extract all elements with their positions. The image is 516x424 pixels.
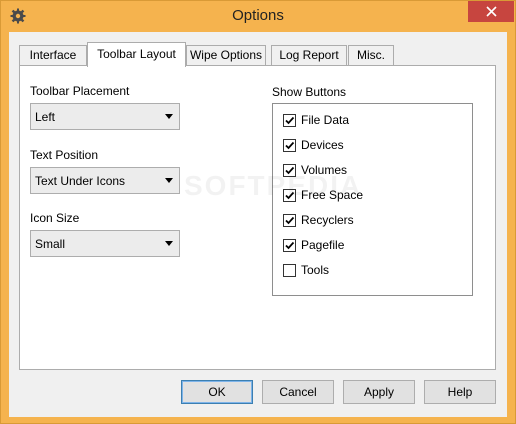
show-buttons-list: File Data Devices Volumes Free Space Rec… <box>272 103 473 296</box>
tab-interface[interactable]: Interface <box>19 45 87 65</box>
tab-wipe-options[interactable]: Wipe Options <box>186 45 266 65</box>
tab-toolbar-layout[interactable]: Toolbar Layout <box>87 42 186 67</box>
toolbar-layout-panel: Toolbar Placement Left Text Position Tex… <box>19 65 496 370</box>
checkbox-box[interactable] <box>283 239 296 252</box>
close-icon <box>485 6 497 17</box>
chevron-down-icon <box>165 178 173 183</box>
dialog-client-area: Interface Toolbar Layout Wipe Options Lo… <box>9 32 507 417</box>
toolbar-placement-label: Toolbar Placement <box>30 84 130 98</box>
checkbox-label: File Data <box>301 113 350 127</box>
show-buttons-label: Show Buttons <box>272 85 347 99</box>
checkbox-label: Recyclers <box>301 213 354 227</box>
checkbox-box[interactable] <box>283 264 296 277</box>
check-icon <box>285 216 295 225</box>
icon-size-label: Icon Size <box>30 211 80 225</box>
window-title: Options <box>232 7 284 24</box>
tab-log-report[interactable]: Log Report <box>271 45 347 65</box>
check-icon <box>285 166 295 175</box>
ok-button[interactable]: OK <box>181 380 253 404</box>
text-position-label: Text Position <box>30 148 99 162</box>
title-bar[interactable]: Options <box>1 1 515 33</box>
checkbox-label: Volumes <box>301 163 348 177</box>
chevron-down-icon <box>165 114 173 119</box>
tab-misc[interactable]: Misc. <box>348 45 394 65</box>
close-button[interactable] <box>468 1 514 22</box>
toolbar-placement-value: Left <box>35 110 56 124</box>
toolbar-placement-select[interactable]: Left <box>30 103 180 130</box>
checkbox-box[interactable] <box>283 164 296 177</box>
checkbox-label: Devices <box>301 138 344 152</box>
check-icon <box>285 116 295 125</box>
options-window: Options Interface Toolbar Layout Wipe Op… <box>0 0 516 424</box>
icon-size-select[interactable]: Small <box>30 230 180 257</box>
cancel-button[interactable]: Cancel <box>262 380 334 404</box>
help-button[interactable]: Help <box>424 380 496 404</box>
check-icon <box>285 241 295 250</box>
checkbox-label: Free Space <box>301 188 364 202</box>
checkbox-box[interactable] <box>283 114 296 127</box>
check-icon <box>285 141 295 150</box>
check-icon <box>285 191 295 200</box>
checkbox-box[interactable] <box>283 139 296 152</box>
checkbox-box[interactable] <box>283 214 296 227</box>
text-position-select[interactable]: Text Under Icons <box>30 167 180 194</box>
checkbox-box[interactable] <box>283 189 296 202</box>
apply-button[interactable]: Apply <box>343 380 415 404</box>
icon-size-value: Small <box>35 237 66 251</box>
text-position-value: Text Under Icons <box>35 174 126 188</box>
chevron-down-icon <box>165 241 173 246</box>
checkbox-label: Tools <box>301 263 330 277</box>
checkbox-label: Pagefile <box>301 238 345 252</box>
